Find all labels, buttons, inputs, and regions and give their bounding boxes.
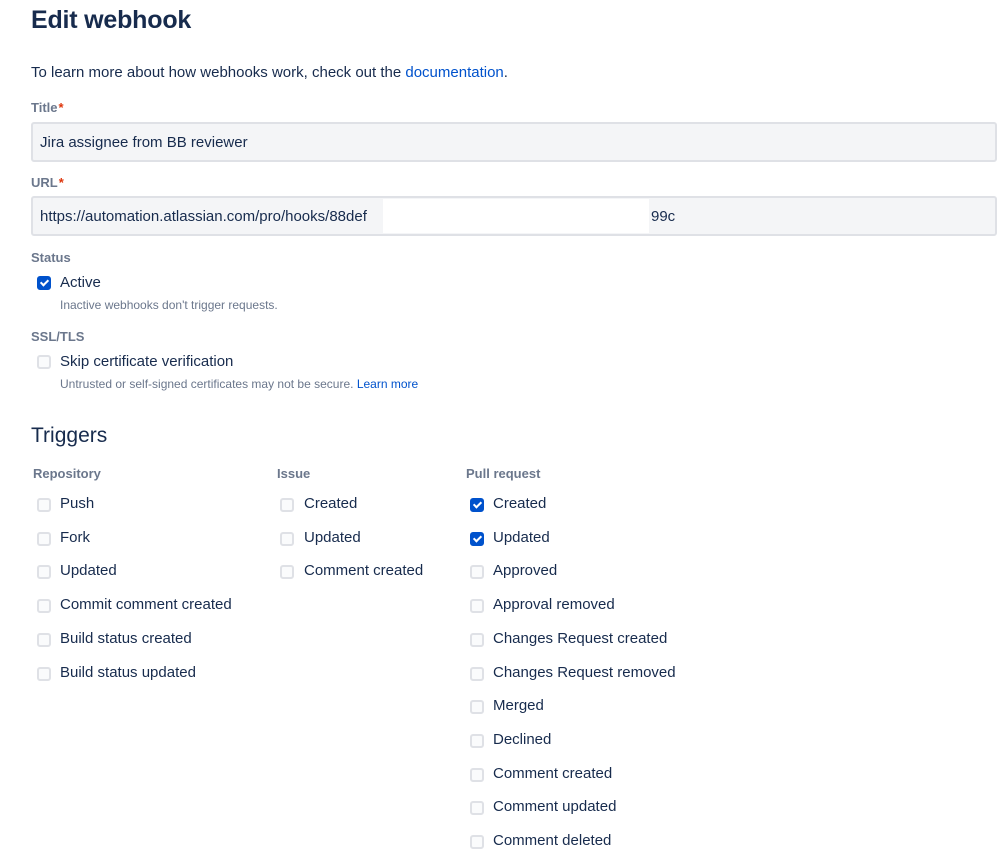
repository-build-status-created-checkbox[interactable]: [37, 632, 51, 647]
page-title: Edit webhook: [31, 6, 192, 34]
pull-request-changes-request-created-checkbox[interactable]: [470, 632, 484, 647]
triggers-heading: Triggers: [31, 424, 108, 447]
url-field-label: URL*: [31, 175, 64, 190]
intro-text-end: .: [503, 64, 508, 81]
repository-commit-comment-created-label[interactable]: Commit comment created: [60, 596, 232, 613]
pull-request-comment-updated-checkbox[interactable]: [470, 801, 484, 816]
required-asterisk: *: [58, 175, 64, 190]
pull-request-comment-updated-label[interactable]: Comment updated: [493, 798, 616, 815]
pull-request-approval-removed-checkbox[interactable]: [470, 599, 484, 614]
learn-more-link[interactable]: Learn more: [357, 377, 418, 391]
repository-updated-label[interactable]: Updated: [60, 562, 117, 579]
active-help-text: Inactive webhooks don't trigger requests…: [60, 298, 278, 312]
pull-request-approved-checkbox[interactable]: [470, 565, 484, 580]
pull-request-changes-request-removed-label[interactable]: Changes Request removed: [493, 664, 676, 681]
status-label: Status: [31, 250, 71, 265]
pull-request-changes-request-created-label[interactable]: Changes Request created: [493, 630, 667, 647]
pull-request-declined-checkbox[interactable]: [470, 733, 484, 748]
title-label-text: Title: [31, 100, 58, 115]
pull-request-merged-label[interactable]: Merged: [493, 697, 544, 714]
repository-updated-checkbox[interactable]: [37, 565, 51, 580]
repository-build-status-updated-label[interactable]: Build status updated: [60, 664, 196, 681]
skip-cert-checkbox[interactable]: [37, 355, 51, 369]
issue-created-label[interactable]: Created: [304, 495, 357, 512]
active-checkbox[interactable]: [37, 276, 51, 290]
issue-updated-checkbox[interactable]: [280, 531, 294, 546]
repository-column-heading: Repository: [33, 466, 101, 481]
pull-request-changes-request-removed-checkbox[interactable]: [470, 666, 484, 681]
pull-request-created-label[interactable]: Created: [493, 495, 546, 512]
url-redaction: [383, 199, 649, 233]
pull-request-comment-deleted-label[interactable]: Comment deleted: [493, 832, 611, 849]
repository-push-checkbox[interactable]: [37, 498, 51, 512]
ssl-tls-label: SSL/TLS: [31, 329, 85, 344]
issue-column-heading: Issue: [277, 466, 311, 481]
skip-cert-label[interactable]: Skip certificate verification: [60, 353, 233, 370]
pull-request-comment-deleted-checkbox[interactable]: [470, 835, 484, 849]
repository-commit-comment-created-checkbox[interactable]: [37, 599, 51, 614]
pull-request-merged-checkbox[interactable]: [470, 700, 484, 715]
pull-request-comment-created-checkbox[interactable]: [470, 767, 484, 782]
pull-request-declined-label[interactable]: Declined: [493, 731, 551, 748]
required-asterisk: *: [58, 100, 64, 115]
title-input[interactable]: [31, 122, 997, 162]
pull-request-updated-checkbox[interactable]: [470, 531, 484, 546]
pull-request-updated-label[interactable]: Updated: [493, 529, 550, 546]
url-label-text: URL: [31, 175, 58, 190]
pull-request-approved-label[interactable]: Approved: [493, 562, 557, 579]
skip-cert-help-text: Untrusted or self-signed certificates ma…: [60, 377, 418, 391]
issue-comment-created-label[interactable]: Comment created: [304, 562, 423, 579]
skip-cert-help-body: Untrusted or self-signed certificates ma…: [60, 377, 357, 391]
documentation-link[interactable]: documentation: [405, 64, 503, 81]
issue-created-checkbox[interactable]: [280, 498, 294, 512]
repository-build-status-updated-checkbox[interactable]: [37, 666, 51, 681]
repository-build-status-created-label[interactable]: Build status created: [60, 630, 192, 647]
active-label[interactable]: Active: [60, 274, 101, 291]
title-field-label: Title*: [31, 100, 64, 115]
repository-fork-label[interactable]: Fork: [60, 529, 90, 546]
pull-request-column-heading: Pull request: [466, 466, 541, 481]
intro-text: To learn more about how webhooks work, c…: [31, 64, 508, 81]
intro-text-body: To learn more about how webhooks work, c…: [31, 64, 406, 81]
issue-comment-created-checkbox[interactable]: [280, 565, 294, 580]
issue-updated-label[interactable]: Updated: [304, 529, 361, 546]
pull-request-comment-created-label[interactable]: Comment created: [493, 765, 612, 782]
pull-request-created-checkbox[interactable]: [470, 498, 484, 512]
pull-request-approval-removed-label[interactable]: Approval removed: [493, 596, 615, 613]
repository-fork-checkbox[interactable]: [37, 531, 51, 546]
repository-push-label[interactable]: Push: [60, 495, 94, 512]
url-suffix-text: 99c: [651, 208, 676, 225]
